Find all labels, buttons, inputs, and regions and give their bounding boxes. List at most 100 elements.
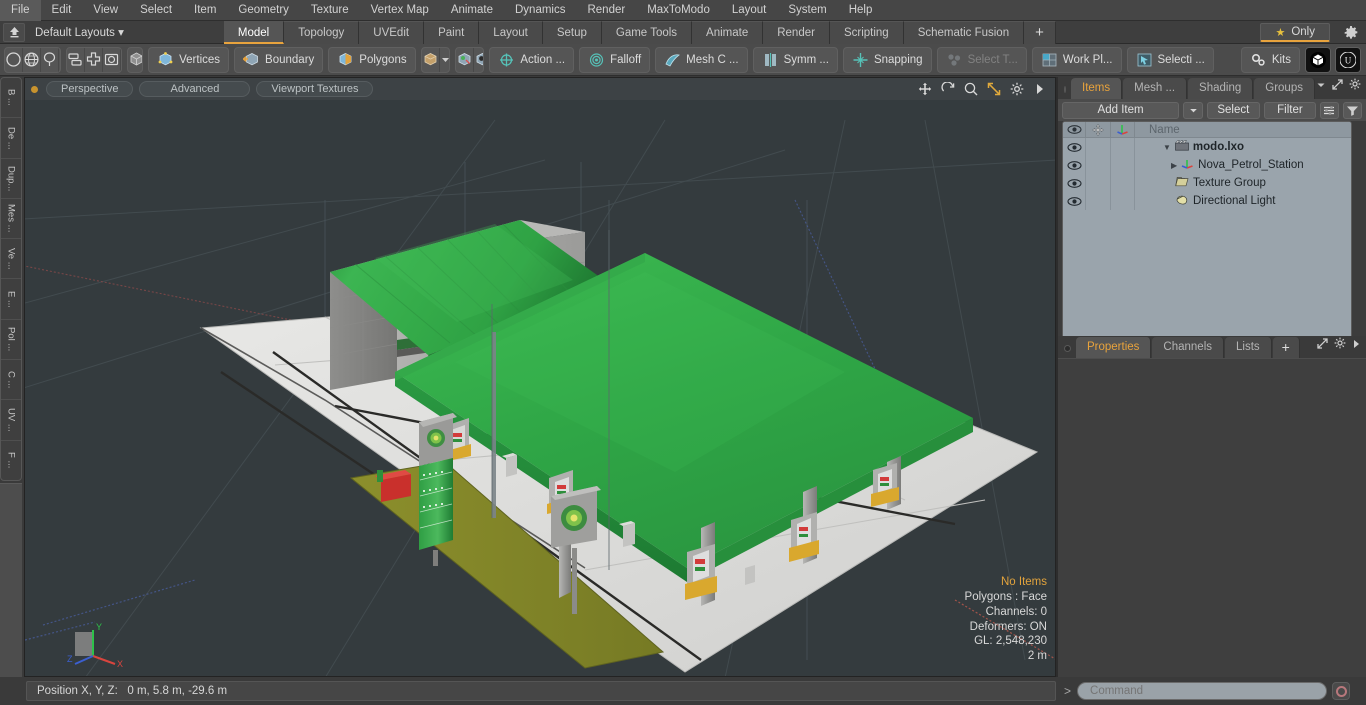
left-tab-edge[interactable]: E ... (1, 279, 21, 320)
gear-icon[interactable] (1009, 82, 1024, 97)
eye-icon[interactable] (1063, 174, 1086, 192)
left-tab-basic[interactable]: B ... (1, 78, 21, 119)
row-axis-cell[interactable] (1111, 156, 1135, 174)
table-row[interactable]: Texture Group (1063, 174, 1351, 192)
tab-channels[interactable]: Channels (1152, 337, 1225, 358)
tab-scripting[interactable]: Scripting (829, 20, 904, 44)
cube-green-icon[interactable] (456, 47, 474, 72)
menu-item-render[interactable]: Render (576, 0, 636, 21)
menu-item-animate[interactable]: Animate (440, 0, 504, 21)
tree-item-directional-light[interactable]: Directional Light (1135, 194, 1351, 208)
only-toggle-button[interactable]: ★ Only (1260, 23, 1330, 42)
menu-item-texture[interactable]: Texture (300, 0, 360, 21)
tab-layout[interactable]: Layout (479, 20, 543, 44)
left-tab-duplicate[interactable]: Dup... (1, 159, 21, 199)
play-arrow-icon[interactable] (1352, 336, 1360, 354)
tab-topology[interactable]: Topology (284, 20, 360, 44)
row-move-cell[interactable] (1086, 156, 1111, 174)
rotate-icon[interactable] (940, 82, 955, 97)
work-plane-button[interactable]: Work Pl... (1031, 46, 1122, 73)
row-move-cell[interactable] (1086, 138, 1111, 156)
tab-items[interactable]: Items (1071, 78, 1123, 99)
tree-item-texture-group[interactable]: Texture Group (1135, 176, 1351, 190)
menu-item-view[interactable]: View (82, 0, 129, 21)
select-through-button[interactable]: Select T... (936, 46, 1027, 73)
add-tab-button[interactable]: + (1024, 20, 1056, 44)
tab-game-tools[interactable]: Game Tools (601, 20, 693, 44)
tab-mesh[interactable]: Mesh ... (1123, 78, 1188, 99)
add-item-dropdown[interactable] (1183, 101, 1203, 119)
command-input[interactable] (1077, 682, 1328, 700)
unity-export-button[interactable] (1305, 46, 1331, 73)
left-tab-mesh[interactable]: Mes ... (1, 199, 21, 240)
viewport-textures-selector[interactable]: Viewport Textures (256, 81, 374, 97)
tab-setup[interactable]: Setup (542, 20, 602, 44)
globe-icon[interactable] (23, 47, 41, 72)
left-tab-uv[interactable]: UV ... (1, 400, 21, 441)
lasso-icon[interactable] (41, 47, 59, 72)
tab-properties[interactable]: Properties (1076, 337, 1152, 358)
zoom-icon[interactable] (963, 82, 978, 97)
tab-render[interactable]: Render (763, 20, 830, 44)
menu-item-select[interactable]: Select (129, 0, 183, 21)
fit-icon[interactable] (986, 82, 1001, 97)
menu-item-geometry[interactable]: Geometry (227, 0, 300, 21)
play-arrow-icon[interactable] (1032, 82, 1047, 97)
cube-red-icon[interactable] (474, 48, 484, 72)
symmetry-button[interactable]: Symm ... (752, 46, 838, 73)
paint-select-icon[interactable] (59, 48, 60, 72)
mode-vertices-button[interactable]: Vertices (148, 46, 230, 73)
record-circle-icon[interactable] (1332, 682, 1351, 700)
add-item-button[interactable]: Add Item (1062, 101, 1180, 119)
kits-button[interactable]: Kits (1240, 46, 1300, 73)
row-move-cell[interactable] (1086, 192, 1111, 210)
menu-item-layout[interactable]: Layout (721, 0, 778, 21)
menu-item-maxtomodo[interactable]: MaxToModo (636, 0, 721, 21)
menu-item-system[interactable]: System (777, 0, 837, 21)
falloff-button[interactable]: Falloff (579, 46, 651, 73)
mode-polygons-button[interactable]: Polygons (328, 46, 416, 73)
viewport-canvas[interactable]: Y X Z No Items Polygons : Face Channels:… (25, 100, 1055, 676)
row-axis-cell[interactable] (1111, 192, 1135, 210)
mesh-constraint-button[interactable]: Mesh C ... (655, 46, 748, 73)
tab-groups[interactable]: Groups (1254, 78, 1315, 99)
tree-item-scene[interactable]: ▼ modo.lxo (1135, 140, 1351, 154)
row-axis-cell[interactable] (1111, 138, 1135, 156)
tab-paint[interactable]: Paint (424, 20, 480, 44)
expand-icon[interactable] (1332, 77, 1343, 95)
gear-icon[interactable] (1342, 24, 1360, 42)
menu-item-file[interactable]: File (0, 0, 41, 21)
funnel-icon[interactable] (1343, 101, 1362, 119)
menu-item-vertex-map[interactable]: Vertex Map (360, 0, 440, 21)
gear-icon[interactable] (1334, 336, 1346, 354)
fit-icon[interactable] (103, 47, 121, 72)
expander-icon[interactable]: ▼ (1163, 143, 1171, 152)
circle-select-icon[interactable] (5, 47, 23, 72)
expander-icon[interactable]: ▶ (1171, 161, 1177, 170)
tree-item-nova-petrol-station[interactable]: ▶ Nova_Petrol_Station (1135, 158, 1351, 173)
menu-item-item[interactable]: Item (183, 0, 227, 21)
select-button[interactable]: Select (1207, 101, 1260, 119)
cube-solid-icon[interactable] (128, 48, 143, 72)
tab-schematic-fusion[interactable]: Schematic Fusion (903, 20, 1025, 44)
left-tab-vertex[interactable]: Ve ... (1, 239, 21, 280)
left-tab-polygon[interactable]: Pol ... (1, 320, 21, 361)
left-tab-curve[interactable]: C ... (1, 360, 21, 401)
radial-icon[interactable] (121, 48, 122, 72)
viewport-shading-selector[interactable]: Advanced (139, 81, 251, 97)
menu-item-help[interactable]: Help (838, 0, 884, 21)
chevron-down-icon[interactable] (1316, 77, 1326, 95)
viewport-3d[interactable]: Perspective Advanced Viewport Textures Y… (24, 77, 1056, 677)
eye-icon[interactable] (1063, 192, 1086, 210)
tab-uvedit[interactable]: UVEdit (359, 20, 425, 44)
table-row[interactable]: ▶ Nova_Petrol_Station (1063, 156, 1351, 174)
eye-icon[interactable] (1063, 138, 1086, 156)
add-panel-tab[interactable]: + (1272, 337, 1300, 358)
expand-icon[interactable] (1317, 336, 1328, 354)
viewport-projection-selector[interactable]: Perspective (46, 81, 134, 97)
items-cube-icon[interactable] (422, 47, 440, 72)
table-row[interactable]: Directional Light (1063, 192, 1351, 210)
menu-item-edit[interactable]: Edit (41, 0, 83, 21)
gear-icon[interactable] (1349, 77, 1361, 95)
tab-lists[interactable]: Lists (1225, 337, 1272, 358)
